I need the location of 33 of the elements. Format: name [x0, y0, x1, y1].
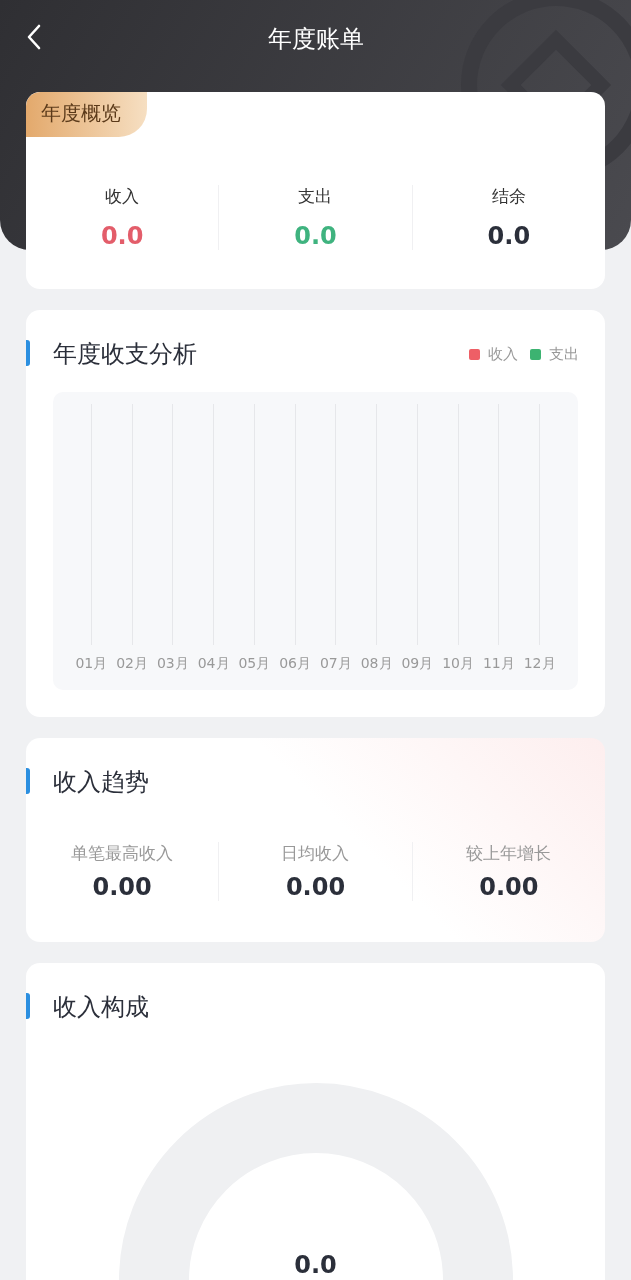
month-label: 03月 [156, 655, 189, 673]
stat-value: 0.00 [92, 873, 152, 901]
overview-tag: 年度概览 [26, 92, 147, 137]
page-title: 年度账单 [267, 24, 364, 55]
section-title: 收入构成 [53, 992, 149, 1023]
back-icon[interactable] [26, 24, 42, 50]
section-title: 年度收支分析 [53, 339, 197, 370]
month-label: 10月 [442, 655, 475, 673]
stat-label: 结余 [491, 185, 526, 208]
legend-label: 支出 [549, 344, 579, 364]
stat-label: 单笔最高收入 [71, 842, 174, 865]
month-label: 09月 [401, 655, 434, 673]
stat-value: 0.0 [100, 222, 144, 250]
legend-label: 收入 [488, 344, 518, 364]
stat-value: 0.0 [294, 222, 337, 250]
stat-value: 0.00 [479, 873, 539, 901]
month-label: 07月 [319, 655, 352, 673]
month-label: 04月 [197, 655, 230, 673]
stat-value: 0.00 [285, 873, 346, 901]
stat-label: 收入 [105, 185, 140, 208]
month-label: 05月 [238, 655, 271, 673]
month-label: 12月 [523, 655, 556, 673]
donut-total: 0.0 [293, 1251, 338, 1279]
stat-label: 较上年增长 [466, 842, 552, 865]
stat-value: 0.0 [487, 222, 531, 250]
stat-label: 日均收入 [281, 842, 350, 865]
month-label: 02月 [116, 655, 149, 673]
month-label: 11月 [482, 655, 515, 673]
section-title: 收入趋势 [53, 767, 149, 798]
month-label: 06月 [279, 655, 312, 673]
stat-label: 支出 [298, 185, 333, 208]
month-label: 08月 [360, 655, 393, 673]
month-label: 01月 [75, 655, 108, 673]
